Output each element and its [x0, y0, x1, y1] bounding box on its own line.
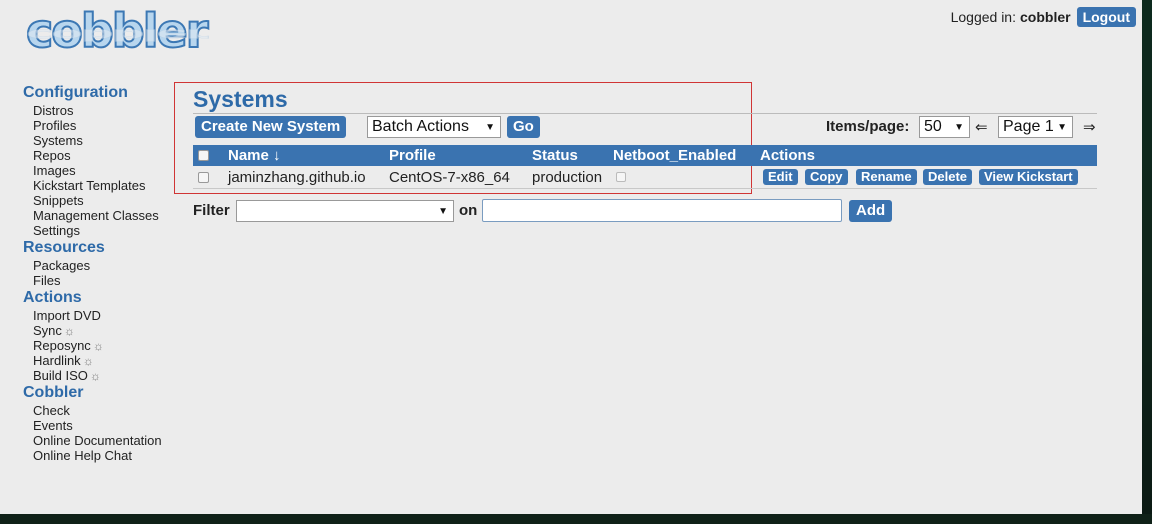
- column-header-name[interactable]: Name ↓: [228, 147, 281, 164]
- sidebar-heading-actions: Actions: [23, 289, 82, 306]
- table-row: jaminzhang.github.io CentOS-7-x86_64 pro…: [193, 166, 1097, 189]
- sidebar-heading-resources: Resources: [23, 239, 105, 256]
- sidebar-item-distros[interactable]: Distros: [33, 103, 173, 118]
- delete-button[interactable]: Delete: [923, 169, 973, 185]
- page-title: Systems: [193, 86, 288, 112]
- filter-on-label: on: [459, 202, 478, 219]
- logged-in-label: Logged in:: [950, 9, 1016, 25]
- sidebar-item-management-classes[interactable]: Management Classes: [33, 208, 173, 223]
- cobbler-logo-reflection: cobbler: [26, 25, 207, 45]
- sidebar-heading-cobbler: Cobbler: [23, 384, 84, 401]
- page-select[interactable]: Page 1 ▼: [998, 116, 1073, 138]
- row-name[interactable]: jaminzhang.github.io: [228, 169, 366, 186]
- netboot-enabled-checkbox[interactable]: [616, 172, 626, 182]
- go-button[interactable]: Go: [507, 116, 540, 138]
- sidebar-item-sync-label: Sync: [33, 323, 62, 338]
- column-header-actions: Actions: [760, 147, 816, 164]
- sidebar: Configuration Distros Profiles Systems R…: [23, 83, 173, 463]
- row-profile[interactable]: CentOS-7-x86_64: [389, 169, 510, 186]
- sidebar-item-kickstart-templates[interactable]: Kickstart Templates: [33, 178, 173, 193]
- row-status: production: [532, 169, 603, 186]
- sidebar-item-build-iso[interactable]: Build ISO ☼: [33, 368, 173, 383]
- chevron-down-icon: ▼: [485, 121, 495, 133]
- sidebar-heading-configuration: Configuration: [23, 84, 128, 101]
- prev-page-arrow-icon[interactable]: ⇐: [975, 118, 988, 136]
- next-page-arrow-icon[interactable]: ⇒: [1083, 118, 1096, 136]
- sidebar-item-settings[interactable]: Settings: [33, 223, 173, 238]
- window-edge-right: [1142, 0, 1152, 524]
- batch-actions-select[interactable]: Batch Actions ▼: [367, 116, 501, 138]
- sidebar-item-check[interactable]: Check: [33, 403, 173, 418]
- cobbler-web-page: cobbler cobbler Logged in: cobbler Logou…: [0, 0, 1142, 514]
- page-select-value: Page 1: [1003, 118, 1054, 135]
- column-header-netboot-enabled[interactable]: Netboot_Enabled: [613, 147, 736, 164]
- items-per-page-label: Items/page:: [826, 118, 910, 135]
- sidebar-item-repos[interactable]: Repos: [33, 148, 173, 163]
- sidebar-item-systems[interactable]: Systems: [33, 133, 173, 148]
- sidebar-item-reposync[interactable]: Reposync ☼: [33, 338, 173, 353]
- select-all-checkbox[interactable]: [198, 150, 209, 161]
- items-per-page-select[interactable]: 50 ▼: [919, 116, 970, 138]
- items-per-page-value: 50: [924, 118, 942, 135]
- sidebar-item-files[interactable]: Files: [33, 273, 173, 288]
- filter-field-select[interactable]: ▼: [236, 200, 454, 222]
- chevron-down-icon: ▼: [954, 121, 964, 133]
- hardlink-gear-icon: ☼: [82, 354, 94, 368]
- sidebar-item-profiles[interactable]: Profiles: [33, 118, 173, 133]
- sidebar-item-build-iso-label: Build ISO: [33, 368, 88, 383]
- create-new-system-button[interactable]: Create New System: [195, 116, 347, 138]
- copy-button[interactable]: Copy: [805, 169, 848, 185]
- column-header-status[interactable]: Status: [532, 147, 578, 164]
- chevron-down-icon: ▼: [1057, 121, 1067, 133]
- sidebar-list-cobbler: Check Events Online Documentation Online…: [33, 403, 173, 463]
- view-kickstart-button[interactable]: View Kickstart: [979, 169, 1078, 185]
- sidebar-item-sync[interactable]: Sync ☼: [33, 323, 173, 338]
- column-header-profile[interactable]: Profile: [389, 147, 436, 164]
- sidebar-item-hardlink-label: Hardlink: [33, 353, 81, 368]
- title-divider: [193, 113, 1097, 114]
- login-status: Logged in: cobbler Logout: [951, 7, 1136, 27]
- sidebar-list-actions: Import DVD Sync ☼ Reposync ☼ Hardlink ☼ Bui…: [33, 308, 173, 383]
- sidebar-item-import-dvd[interactable]: Import DVD: [33, 308, 173, 323]
- window-edge-bottom: [0, 514, 1152, 524]
- filter-label: Filter: [193, 202, 230, 219]
- sidebar-list-resources: Packages Files: [33, 258, 173, 288]
- add-filter-button[interactable]: Add: [849, 200, 893, 222]
- sidebar-list-configuration: Distros Profiles Systems Repos Images Ki…: [33, 103, 173, 238]
- filter-value-input[interactable]: [482, 199, 842, 222]
- sidebar-item-hardlink[interactable]: Hardlink ☼: [33, 353, 173, 368]
- batch-actions-value: Batch Actions: [372, 118, 469, 135]
- sidebar-item-images[interactable]: Images: [33, 163, 173, 178]
- row-select-checkbox[interactable]: [198, 172, 209, 183]
- logout-button[interactable]: Logout: [1076, 7, 1136, 27]
- sidebar-item-snippets[interactable]: Snippets: [33, 193, 173, 208]
- edit-button[interactable]: Edit: [763, 169, 798, 185]
- sidebar-item-online-help-chat[interactable]: Online Help Chat: [33, 448, 173, 463]
- sidebar-item-events[interactable]: Events: [33, 418, 173, 433]
- sidebar-item-reposync-label: Reposync: [33, 338, 91, 353]
- table-header: Name ↓ Profile Status Netboot_Enabled Ac…: [193, 145, 1097, 166]
- reposync-gear-icon: ☼: [92, 339, 104, 353]
- build-iso-gear-icon: ☼: [89, 369, 101, 383]
- sync-gear-icon: ☼: [63, 324, 75, 338]
- sidebar-item-online-documentation[interactable]: Online Documentation: [33, 433, 173, 448]
- logged-in-user: cobbler: [1020, 9, 1071, 25]
- sidebar-item-packages[interactable]: Packages: [33, 258, 173, 273]
- rename-button[interactable]: Rename: [856, 169, 917, 185]
- chevron-down-icon: ▼: [438, 205, 448, 217]
